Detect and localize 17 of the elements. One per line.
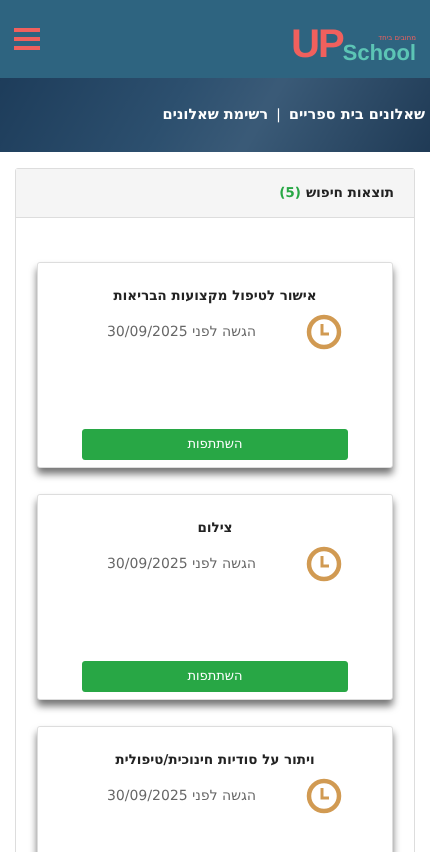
breadcrumb-item[interactable]: רשימת שאלונים <box>162 107 268 123</box>
card-title: צילום <box>198 520 232 536</box>
card-title: אישור לטיפול מקצועות הבריאות <box>113 288 317 304</box>
card-title: ויתור על סודיות חינוכית/טיפולית <box>115 752 315 768</box>
menu-button[interactable] <box>14 28 40 50</box>
breadcrumb-separator: | <box>276 107 281 123</box>
clock-icon <box>306 778 342 814</box>
clock-icon <box>306 314 342 350</box>
due-date: הגשה לפני 30/09/2025 <box>106 788 256 804</box>
results-title: תוצאות חיפוש <box>306 185 394 201</box>
breadcrumb-item[interactable]: שאלונים בית ספריים <box>288 107 425 123</box>
participate-button[interactable]: השתתפות <box>82 661 348 692</box>
clock-icon <box>306 546 342 582</box>
due-date: הגשה לפני 30/09/2025 <box>106 556 256 572</box>
results-count: (5) <box>279 185 301 201</box>
participate-button[interactable]: השתתפות <box>82 429 348 460</box>
due-date: הגשה לפני 30/09/2025 <box>106 324 256 340</box>
